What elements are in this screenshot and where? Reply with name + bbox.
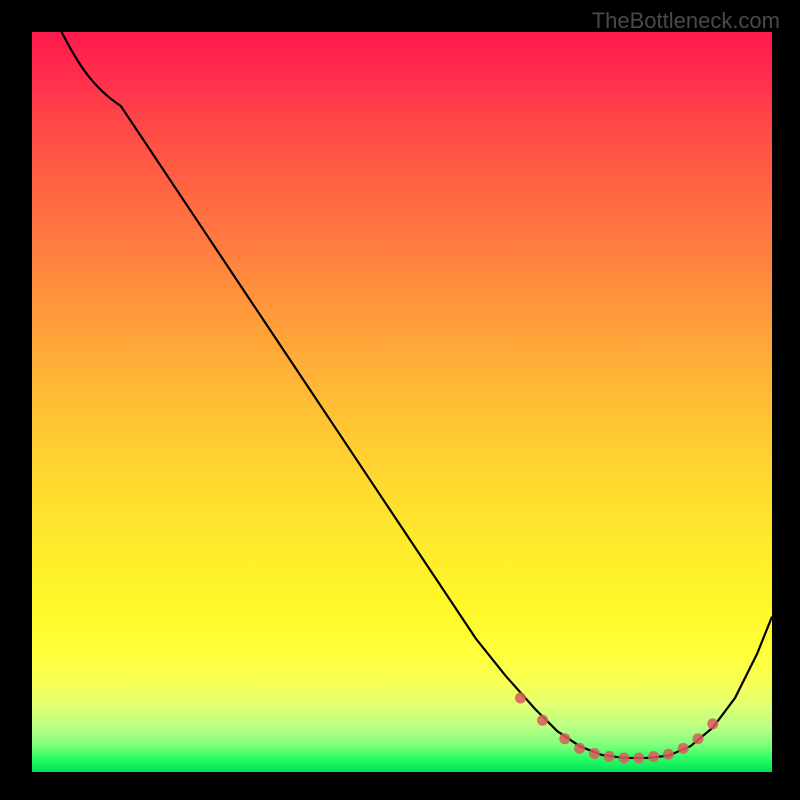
marker-dot <box>619 752 630 763</box>
chart-svg <box>32 32 772 772</box>
marker-group <box>515 693 718 764</box>
marker-dot <box>663 749 674 760</box>
marker-dot <box>574 743 585 754</box>
marker-dot <box>559 733 570 744</box>
marker-dot <box>633 752 644 763</box>
marker-dot <box>515 693 526 704</box>
marker-dot <box>589 748 600 759</box>
curve-line <box>62 32 772 758</box>
marker-dot <box>604 751 615 762</box>
plot-area <box>32 32 772 772</box>
watermark: TheBottleneck.com <box>592 8 780 34</box>
marker-dot <box>537 715 548 726</box>
marker-dot <box>678 743 689 754</box>
marker-dot <box>648 751 659 762</box>
marker-dot <box>707 718 718 729</box>
marker-dot <box>693 733 704 744</box>
